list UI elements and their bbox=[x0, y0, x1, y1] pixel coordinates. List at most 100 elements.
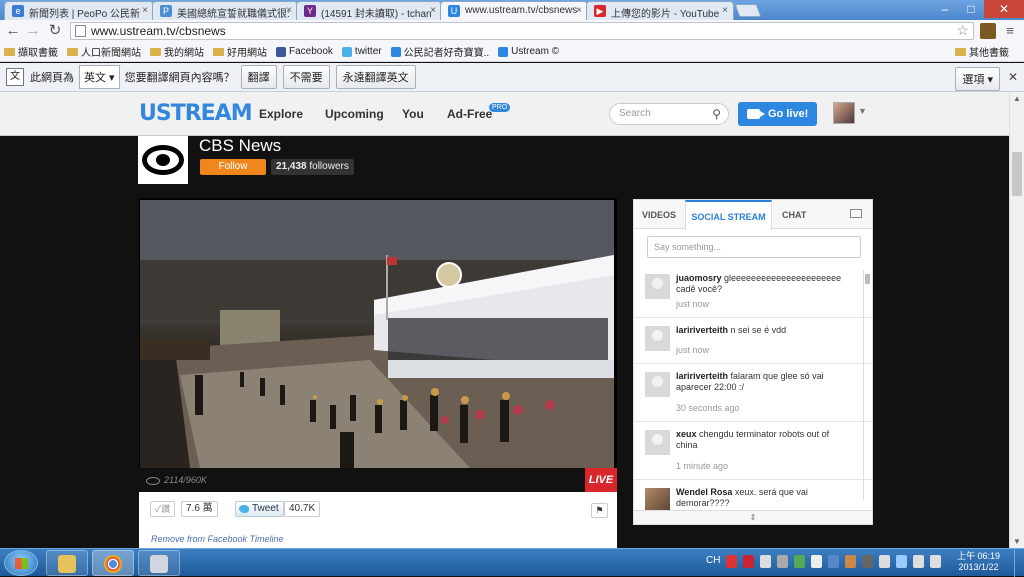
scroll-thumb[interactable] bbox=[865, 274, 870, 284]
volume-icon[interactable] bbox=[913, 555, 925, 568]
compose-icon[interactable] bbox=[850, 209, 862, 218]
avatar[interactable] bbox=[645, 274, 670, 299]
ime-icon[interactable] bbox=[726, 555, 738, 568]
avatar[interactable] bbox=[645, 488, 670, 510]
avatar[interactable] bbox=[833, 102, 855, 124]
page-icon bbox=[75, 25, 86, 37]
extension-icon[interactable] bbox=[980, 23, 996, 39]
options-button[interactable]: 選項 ▾ bbox=[955, 67, 1000, 91]
menu-icon[interactable]: ≡ bbox=[1002, 23, 1018, 39]
system-tray: CH bbox=[706, 555, 942, 568]
chevron-down-icon[interactable]: ▼ bbox=[858, 106, 867, 116]
avatar[interactable] bbox=[645, 326, 670, 351]
avatar[interactable] bbox=[645, 430, 670, 455]
close-icon[interactable]: × bbox=[576, 5, 582, 16]
bookmark-item[interactable]: 人口新聞網站 bbox=[67, 44, 141, 59]
other-bookmarks[interactable]: 其他書籤 bbox=[955, 44, 1009, 59]
reload-button[interactable]: ↻ bbox=[46, 22, 64, 40]
paint-icon bbox=[150, 555, 168, 573]
tab-inauguration[interactable]: P 美國總統宣誓就職儀式很: × bbox=[152, 1, 298, 20]
tweet-button[interactable]: Tweet bbox=[235, 501, 284, 517]
close-icon[interactable]: × bbox=[430, 5, 436, 16]
scroll-up-icon[interactable]: ▲ bbox=[1013, 94, 1021, 103]
tray-icon[interactable] bbox=[845, 555, 857, 568]
address-bar: ← → ↻ www.ustream.tv/cbsnews ☆ ≡ bbox=[0, 20, 1024, 42]
avatar[interactable] bbox=[645, 372, 670, 397]
taskbar-chrome[interactable] bbox=[92, 550, 134, 576]
settings-icon[interactable] bbox=[777, 555, 789, 568]
go-live-button[interactable]: Go live! bbox=[738, 102, 817, 126]
nav-upcoming[interactable]: Upcoming bbox=[325, 107, 384, 121]
star-icon[interactable]: ☆ bbox=[956, 22, 969, 38]
tab-youtube[interactable]: ▶ 上傳您的影片 - YouTube × bbox=[586, 1, 734, 20]
bookmark-item[interactable]: 好用網站 bbox=[213, 44, 267, 59]
bookmark-item[interactable]: 我的網站 bbox=[150, 44, 204, 59]
new-tab-button[interactable] bbox=[734, 4, 762, 17]
bookmark-facebook[interactable]: Facebook bbox=[276, 46, 333, 57]
close-icon[interactable]: × bbox=[142, 5, 148, 16]
url-input[interactable]: www.ustream.tv/cbsnews ☆ bbox=[70, 22, 974, 40]
translate-button[interactable]: 翻譯 bbox=[240, 65, 277, 89]
video-player[interactable]: 2114/960K LIVE bbox=[139, 198, 617, 492]
bookmark-item[interactable]: 公民記者好奇寶寶.. bbox=[390, 44, 489, 59]
network-icon[interactable] bbox=[896, 555, 908, 568]
bookmark-item[interactable]: 擷取書籤 bbox=[4, 44, 58, 59]
tray-icon[interactable] bbox=[794, 555, 806, 568]
bookmark-ustream[interactable]: Ustream © bbox=[498, 46, 559, 57]
clock[interactable]: 上午 06:19 2013/1/22 bbox=[957, 551, 1000, 573]
maximize-button[interactable]: □ bbox=[958, 0, 984, 18]
search-icon[interactable]: ⚲ bbox=[712, 104, 721, 124]
language-select[interactable]: 英文 ▾ bbox=[79, 65, 120, 89]
minimize-button[interactable]: – bbox=[932, 0, 958, 18]
input-language[interactable]: CH bbox=[706, 555, 720, 568]
start-button[interactable] bbox=[4, 550, 38, 576]
close-icon[interactable]: × bbox=[722, 5, 728, 16]
flag-icon[interactable] bbox=[930, 555, 942, 568]
tray-icon[interactable] bbox=[862, 555, 874, 568]
video-frame[interactable] bbox=[140, 200, 614, 468]
app-icon[interactable] bbox=[743, 555, 755, 568]
say-something-input[interactable]: Say something... bbox=[647, 236, 861, 258]
nav-ad-free[interactable]: Ad-Free bbox=[447, 107, 492, 121]
tab-chat[interactable]: CHAT bbox=[782, 200, 806, 229]
always-translate-button[interactable]: 永遠翻譯英文 bbox=[335, 65, 416, 89]
expand-icon[interactable]: ⇕ bbox=[634, 510, 872, 524]
page-content: CBS News Follow 21,438 followers 2114/96… bbox=[0, 136, 1009, 548]
flag-button[interactable]: ⚑ bbox=[591, 503, 608, 518]
facebook-like-button[interactable]: ✓讚 bbox=[150, 501, 176, 517]
channel-name[interactable]: CBS News bbox=[199, 136, 281, 156]
facebook-icon bbox=[276, 46, 286, 57]
remove-facebook-link[interactable]: Remove from Facebook Timeline bbox=[151, 534, 283, 544]
tab-peopo[interactable]: e 新聞列表 | PeoPo 公民新 × bbox=[4, 1, 154, 20]
message-scrollbar[interactable] bbox=[863, 270, 870, 500]
close-icon[interactable]: × bbox=[286, 5, 292, 16]
back-button[interactable]: ← bbox=[4, 22, 22, 40]
nav-you[interactable]: You bbox=[402, 107, 424, 121]
taskbar-explorer[interactable] bbox=[46, 550, 88, 576]
tab-social-stream[interactable]: SOCIAL STREAM bbox=[685, 200, 772, 230]
scroll-thumb[interactable] bbox=[1012, 152, 1022, 196]
tray-icon[interactable] bbox=[828, 555, 840, 568]
channel-logo[interactable] bbox=[138, 136, 188, 184]
show-hidden-icon[interactable] bbox=[879, 555, 891, 568]
page-scrollbar[interactable]: ▲ ▼ bbox=[1009, 92, 1024, 548]
scroll-down-icon[interactable]: ▼ bbox=[1013, 537, 1021, 546]
bookmark-twitter[interactable]: twitter bbox=[341, 46, 382, 57]
show-desktop-button[interactable] bbox=[1014, 549, 1024, 577]
browser-tab-bar: e 新聞列表 | PeoPo 公民新 × P 美國總統宣誓就職儀式很: × Y … bbox=[0, 0, 1024, 20]
tab-ustream[interactable]: U www.ustream.tv/cbsnews × bbox=[440, 1, 588, 20]
close-window-button[interactable]: ✕ bbox=[984, 0, 1024, 18]
folder-icon bbox=[213, 47, 224, 56]
ustream-logo[interactable]: USTREAM bbox=[139, 101, 253, 126]
close-icon[interactable]: ✕ bbox=[1008, 70, 1018, 84]
no-thanks-button[interactable]: 不需要 bbox=[282, 65, 330, 89]
tab-yahoo-mail[interactable]: Y (14591 封未讀取) - tchan × bbox=[296, 1, 442, 20]
taskbar-paint[interactable] bbox=[138, 550, 180, 576]
nav-explore[interactable]: Explore bbox=[259, 107, 303, 121]
forward-button[interactable]: → bbox=[24, 22, 42, 40]
follow-button[interactable]: Follow bbox=[200, 159, 266, 175]
search-input[interactable]: Search ⚲ bbox=[609, 103, 729, 125]
tab-videos[interactable]: VIDEOS bbox=[642, 200, 676, 229]
tray-icon[interactable] bbox=[811, 555, 823, 568]
help-icon[interactable] bbox=[760, 555, 772, 568]
